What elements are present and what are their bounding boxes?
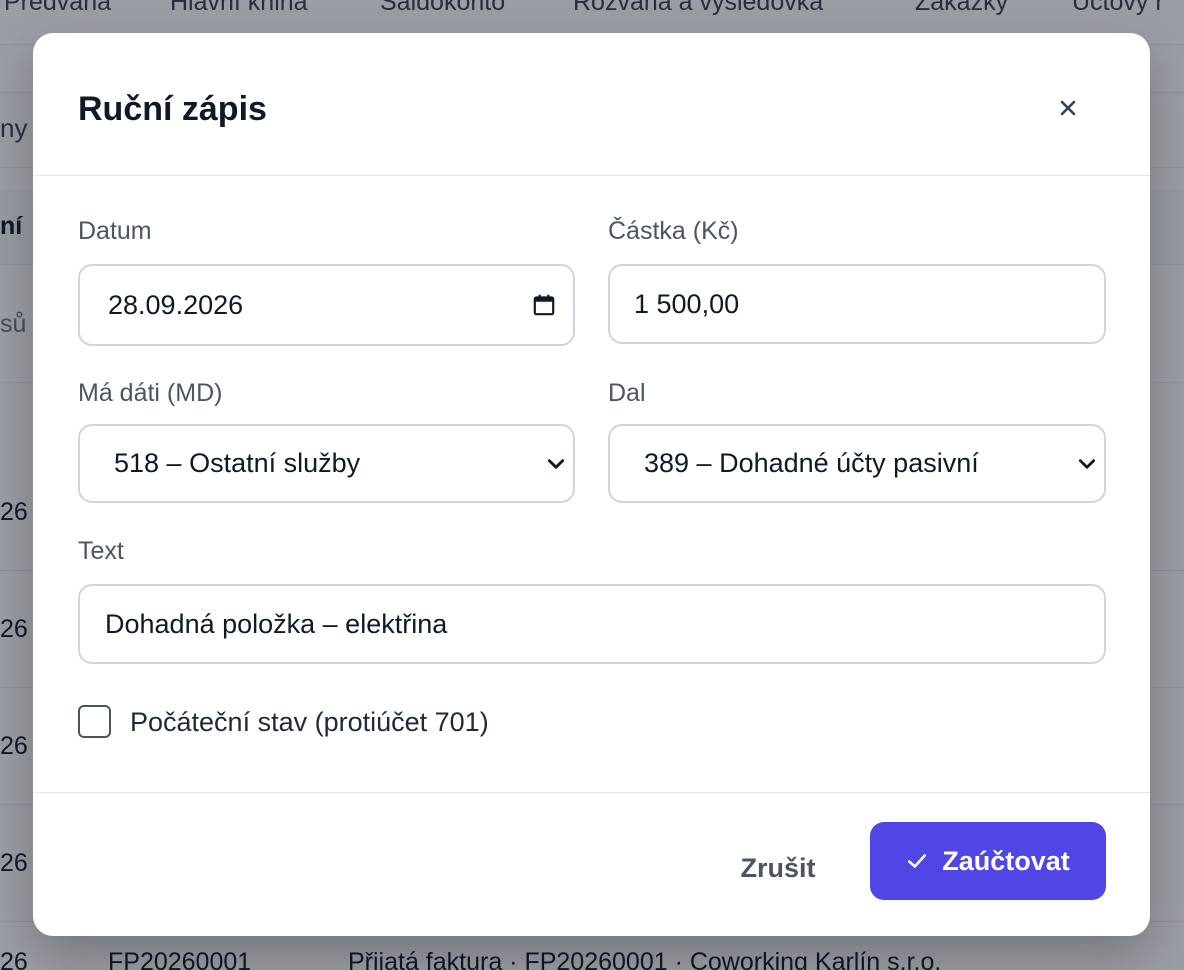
- date-label: Datum: [78, 217, 152, 245]
- chevron-down-icon: [1076, 453, 1098, 475]
- text-input[interactable]: Dohadná položka – elektřina: [78, 584, 1106, 664]
- manual-entry-dialog: Ruční zápis Datum 28.09.2026 Částka (Kč)…: [33, 33, 1150, 936]
- opening-balance-label[interactable]: Počáteční stav (protiúčet 701): [130, 707, 489, 737]
- cancel-button[interactable]: Zrušit: [723, 848, 833, 888]
- close-button[interactable]: [1049, 89, 1087, 127]
- calendar-icon[interactable]: [531, 292, 557, 318]
- debit-account-select[interactable]: 518 – Ostatní služby: [78, 424, 575, 503]
- text-value: Dohadná položka – elektřina: [105, 608, 448, 639]
- credit-account-label: Dal: [608, 379, 646, 407]
- credit-account-value: 389 – Dohadné účty pasivní: [644, 448, 979, 478]
- text-label: Text: [78, 537, 124, 565]
- credit-account-select[interactable]: 389 – Dohadné účty pasivní: [608, 424, 1106, 503]
- date-value: 28.09.2026: [108, 289, 244, 320]
- submit-label: Zaúčtovat: [942, 845, 1070, 876]
- opening-balance-checkbox[interactable]: [78, 705, 111, 738]
- amount-input[interactable]: 1 500,00: [608, 264, 1106, 344]
- debit-account-label: Má dáti (MD): [78, 379, 223, 407]
- debit-account-value: 518 – Ostatní služby: [114, 448, 361, 478]
- amount-value: 1 500,00: [634, 288, 740, 319]
- submit-button[interactable]: Zaúčtovat: [870, 822, 1106, 900]
- check-icon: [908, 854, 927, 868]
- chevron-down-icon: [545, 453, 567, 475]
- dialog-header: Ruční zápis: [33, 33, 1150, 176]
- dialog-title: Ruční zápis: [78, 90, 267, 128]
- amount-label: Částka (Kč): [608, 217, 739, 245]
- close-icon: [1060, 100, 1076, 116]
- date-input[interactable]: 28.09.2026: [78, 264, 575, 346]
